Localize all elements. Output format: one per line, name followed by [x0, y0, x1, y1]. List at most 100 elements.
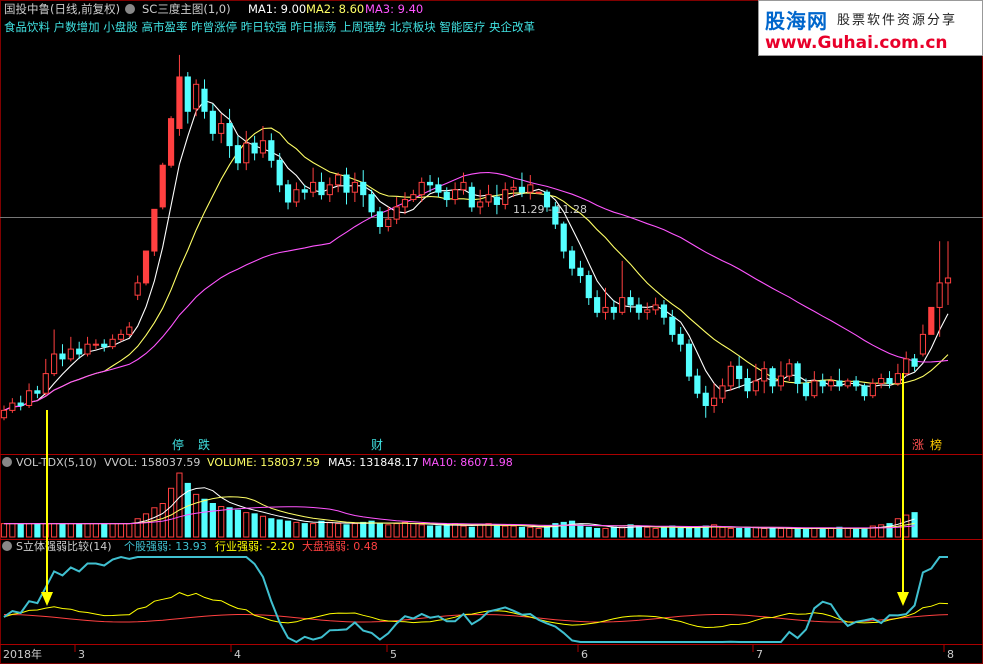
candle-body	[535, 191, 542, 194]
volume-bar	[802, 527, 810, 538]
candle-body	[560, 223, 567, 252]
volume-bar	[844, 527, 851, 538]
candle-body	[151, 208, 158, 252]
volume-bar	[560, 521, 567, 538]
volume-menu-icon[interactable]	[2, 457, 12, 467]
candle-body	[134, 282, 141, 296]
candle	[259, 126, 267, 158]
volume-bar	[619, 526, 626, 538]
strength-menu-icon[interactable]	[2, 541, 12, 551]
candle-body	[142, 250, 150, 284]
candle-body	[251, 142, 258, 154]
candle	[627, 290, 634, 313]
candle-body	[226, 123, 233, 147]
candle	[694, 368, 701, 399]
volume-bar	[9, 523, 16, 538]
volume-title: VOL-TDX(5,10)	[16, 456, 97, 469]
candle-body	[117, 333, 125, 340]
candle	[894, 363, 901, 386]
ma2-readout: MA2: 8.60	[306, 2, 364, 16]
candle	[51, 329, 58, 377]
x-tick-label: 3	[78, 648, 85, 661]
candle-body	[677, 333, 684, 345]
candle	[126, 322, 133, 337]
candle	[861, 383, 868, 401]
candle	[201, 79, 208, 119]
volume-bar	[142, 513, 150, 538]
candle-body	[9, 402, 16, 411]
candle-body	[76, 348, 83, 355]
candle-body	[67, 348, 74, 360]
candle	[702, 385, 709, 418]
candle-body	[802, 382, 810, 397]
candle	[410, 189, 417, 202]
candle-body	[886, 378, 893, 384]
vol-ma5-readout: MA5: 131848.17	[328, 456, 419, 469]
x-tick-label: 7	[756, 648, 763, 661]
candle	[619, 260, 626, 315]
candle	[418, 177, 425, 202]
volume-bar	[117, 523, 125, 538]
candle	[284, 179, 292, 210]
candle	[811, 371, 818, 399]
volume-bar	[176, 472, 183, 538]
candle	[510, 179, 517, 198]
candle-body	[293, 189, 300, 203]
candle-body	[351, 181, 358, 193]
candle-body	[243, 142, 250, 164]
candle-body	[568, 250, 576, 269]
candle	[594, 290, 601, 318]
volume-bar	[351, 523, 358, 538]
candle	[911, 354, 918, 372]
volume-bar	[251, 513, 258, 538]
candle-body	[919, 333, 927, 355]
candle	[25, 383, 33, 408]
volume-bar	[259, 515, 267, 538]
candle-body	[92, 343, 99, 346]
x-tick-label: 8	[947, 648, 954, 661]
volume-bar	[209, 503, 216, 538]
candle-body	[894, 373, 901, 384]
volume-bar	[585, 526, 592, 538]
candle	[568, 246, 576, 276]
ma-line-3	[3, 171, 949, 411]
volume-bar	[376, 523, 384, 538]
candle	[610, 300, 617, 320]
candle	[17, 395, 24, 411]
candle	[268, 133, 275, 168]
candle	[176, 54, 183, 136]
candle-body	[426, 181, 434, 186]
candle-body	[452, 189, 459, 201]
candle	[761, 361, 768, 394]
badge-drop: 跌	[198, 437, 210, 452]
candle-body	[477, 201, 484, 208]
indicator-title: SC三度主图(1,0)	[142, 2, 231, 16]
candle	[577, 260, 584, 283]
candle-body	[184, 76, 191, 112]
volume-bar	[577, 524, 584, 538]
candle-body	[652, 304, 659, 311]
candle	[477, 189, 484, 215]
volume-bar	[218, 506, 225, 538]
candle-body	[193, 83, 200, 110]
volume-bar	[92, 523, 99, 538]
volume-bar	[301, 523, 308, 538]
candle-body	[736, 365, 743, 380]
volume-bar	[493, 524, 500, 538]
ma3-readout: MA3: 9.40	[365, 2, 423, 16]
candle-body	[468, 186, 475, 208]
indicator-menu-icon[interactable]	[125, 4, 135, 14]
volume-bar	[727, 527, 734, 538]
candle	[360, 170, 367, 207]
candle	[869, 378, 876, 399]
candle	[819, 373, 826, 394]
strength-lines	[3, 555, 949, 644]
volume-bar	[752, 526, 759, 538]
candle	[527, 175, 534, 200]
stock-strength-readout: 个股强弱: 13.93	[124, 540, 207, 553]
candle-body	[368, 194, 375, 213]
volume-bar	[510, 525, 517, 538]
candle	[42, 358, 49, 396]
candlestick-series	[0, 54, 952, 421]
candle	[535, 191, 542, 194]
